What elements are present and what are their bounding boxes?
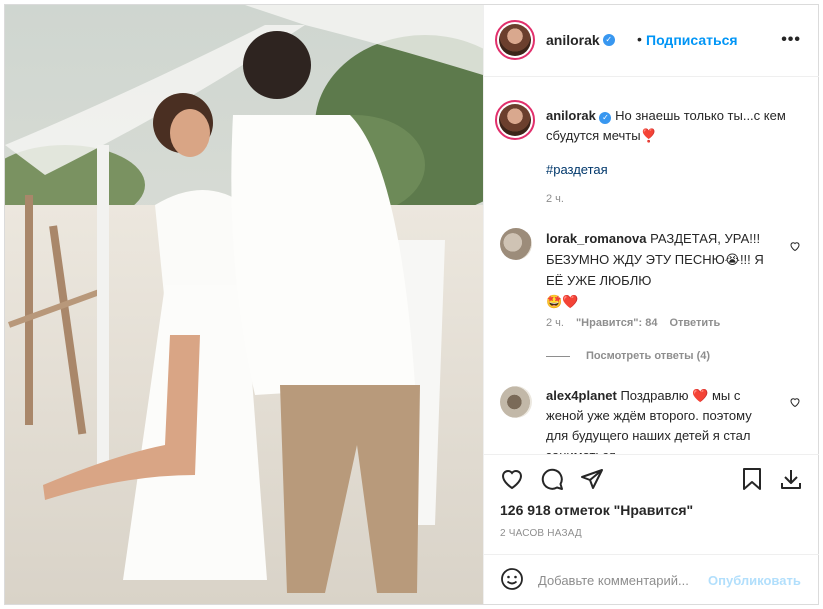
reply-button[interactable]: Ответить (669, 317, 720, 329)
author-username-link[interactable]: anilorak ✓ (546, 32, 615, 48)
likes-count[interactable]: 126 918 отметок "Нравится" (500, 502, 693, 518)
comment-avatar[interactable] (500, 228, 532, 260)
comment-text: lorak_romanova РАЗДЕТАЯ, УРА!!! БЕЗУМНО … (546, 228, 766, 312)
follow-button[interactable]: Подписаться (646, 32, 738, 48)
crying-emoji: 😭 (724, 252, 740, 267)
post-header: anilorak ✓ • Подписаться ••• (484, 5, 819, 77)
header-separator: • (637, 31, 642, 47)
comment-meta: 2 ч. "Нравится": 84 Ответить (546, 317, 720, 329)
publish-button[interactable]: Опубликовать (708, 573, 801, 588)
caption-text: anilorak ✓ Но знаешь только ты...с кем с… (546, 106, 801, 146)
comment-text: alex4planet Поздравлю ❤️ мы с женой уже … (546, 386, 766, 454)
view-replies-label: Посмотреть ответы (4) (586, 350, 711, 362)
post-side-panel: anilorak ✓ • Подписаться ••• anilorak ✓ … (483, 5, 819, 604)
comment-body: Поздравлю (620, 388, 689, 403)
view-replies-button[interactable]: Посмотреть ответы (4) (546, 350, 710, 362)
action-bar (484, 457, 819, 499)
comment-icon[interactable] (540, 467, 564, 491)
comment-username[interactable]: lorak_romanova (546, 231, 646, 246)
divider (484, 454, 819, 455)
starstruck-heart-emoji: 🤩❤️ (546, 294, 579, 309)
post-card: anilorak ✓ • Подписаться ••• anilorak ✓ … (4, 4, 819, 605)
share-icon[interactable] (580, 467, 604, 491)
download-icon[interactable] (779, 467, 803, 491)
hashtag-link[interactable]: #раздетая (546, 162, 608, 177)
author-avatar[interactable] (495, 20, 535, 60)
post-photo[interactable] (5, 5, 483, 604)
caption-avatar[interactable] (495, 100, 535, 140)
comment-likes[interactable]: "Нравится": 84 (576, 317, 657, 329)
more-options-icon[interactable]: ••• (781, 31, 801, 49)
replies-line (546, 355, 570, 357)
heart-emoji: ❤️ (692, 388, 709, 403)
comment-username[interactable]: alex4planet (546, 388, 617, 403)
author-avatar-image (499, 24, 531, 56)
comment-time: 2 ч. (546, 317, 564, 329)
comment-like-heart-icon[interactable] (789, 396, 801, 408)
caption-username[interactable]: anilorak (546, 108, 596, 123)
heart-icon[interactable] (500, 467, 524, 491)
add-comment-bar: Опубликовать (484, 555, 819, 604)
verified-badge-icon: ✓ (599, 112, 612, 124)
verified-badge-icon: ✓ (602, 34, 615, 46)
smile-icon[interactable] (500, 567, 524, 591)
beach-couple-image (5, 5, 483, 604)
caption-avatar-image (499, 104, 531, 136)
bookmark-icon[interactable] (740, 467, 764, 491)
add-comment-input[interactable] (538, 569, 708, 591)
comment-avatar[interactable] (500, 386, 532, 418)
author-username: anilorak (546, 32, 600, 48)
caption-time: 2 ч. (546, 193, 564, 205)
comment-like-heart-icon[interactable] (789, 240, 801, 252)
post-time: 2 ЧАСОВ НАЗАД (500, 528, 582, 539)
comments-area[interactable]: anilorak ✓ Но знаешь только ты...с кем с… (484, 78, 819, 454)
heart-exclamation-emoji: ❣️ (640, 128, 657, 143)
